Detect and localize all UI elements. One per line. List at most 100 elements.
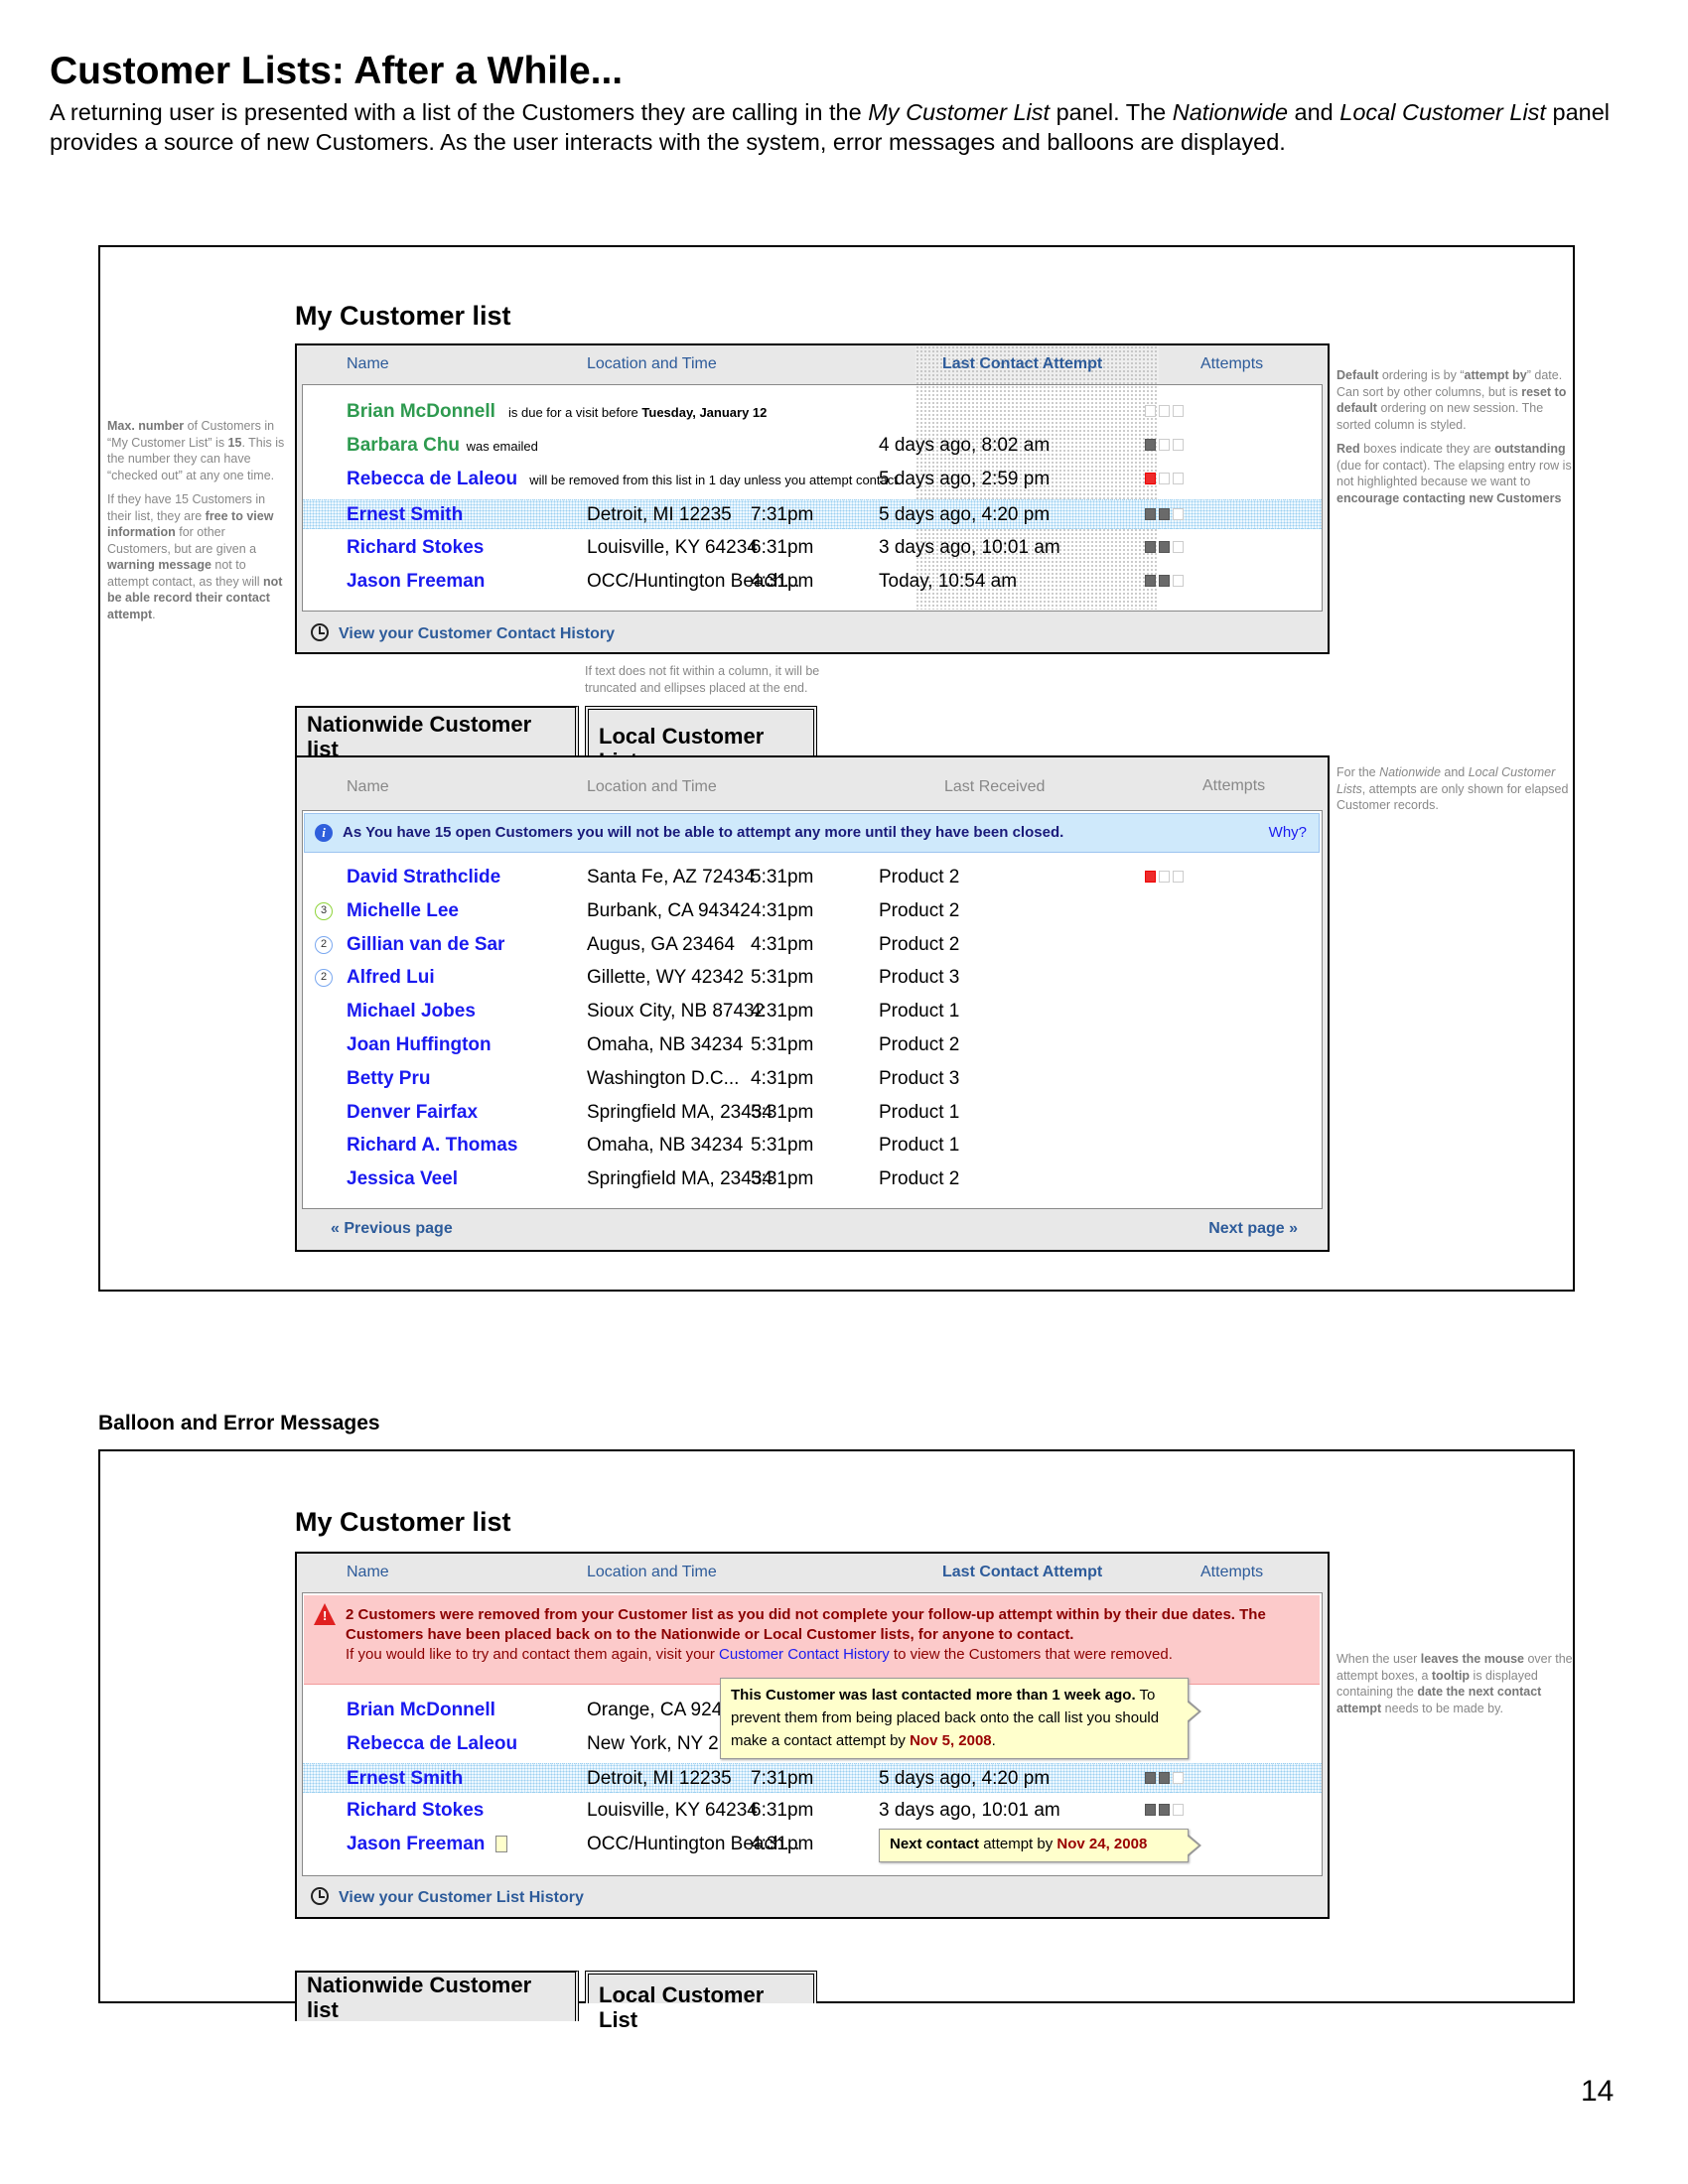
- col-location[interactable]: Location and Time: [587, 1564, 717, 1581]
- attempt-box-done[interactable]: [1159, 1804, 1170, 1817]
- attempt-box-empty[interactable]: [1159, 473, 1170, 485]
- table-row[interactable]: Richard A. Thomas Omaha, NB 34234 5:31pm Pr…: [303, 1131, 1322, 1160]
- customer-name[interactable]: Rebecca de Laleou: [347, 465, 517, 494]
- customer-name[interactable]: Betty Pru: [347, 1064, 430, 1094]
- table-row[interactable]: Rebecca de Laleou will be removed from th…: [303, 465, 1322, 494]
- customer-name[interactable]: Ernest Smith: [347, 500, 463, 530]
- col-attempts[interactable]: Attempts: [1200, 355, 1263, 373]
- col-last-contact[interactable]: Last Contact Attempt: [942, 355, 1102, 373]
- attempt-box-done[interactable]: [1159, 540, 1170, 553]
- attempt-boxes[interactable]: [1145, 473, 1184, 485]
- attempt-box-empty[interactable]: [1159, 439, 1170, 452]
- attempt-box-empty[interactable]: [1173, 405, 1184, 417]
- list-history-link[interactable]: View your Customer List History: [311, 1887, 584, 1907]
- table-row[interactable]: Ernest Smith Detroit, MI 12235 7:31pm 5 day…: [303, 498, 1322, 530]
- customer-name[interactable]: Richard Stokes: [347, 533, 484, 563]
- customer-name[interactable]: Richard A. Thomas: [347, 1131, 517, 1160]
- attempt-box-due[interactable]: [1145, 871, 1156, 883]
- attempt-box-empty[interactable]: [1173, 439, 1184, 452]
- customer-contact-history-link[interactable]: Customer Contact History: [719, 1646, 890, 1663]
- attempt-box-empty[interactable]: [1159, 871, 1170, 883]
- why-link[interactable]: Why?: [1269, 814, 1307, 851]
- table-row[interactable]: Barbara Chu was emailed 4 days ago, 8:02 a…: [303, 431, 1322, 461]
- customer-name[interactable]: Michelle Lee: [347, 896, 459, 926]
- attempt-box-empty[interactable]: [1159, 405, 1170, 417]
- previous-page-link[interactable]: « Previous page: [331, 1220, 453, 1238]
- col-attempts[interactable]: Attempts: [1202, 777, 1265, 795]
- contact-history-link[interactable]: View your Customer Contact History: [311, 623, 615, 643]
- attempt-boxes[interactable]: [1145, 871, 1184, 883]
- attempt-box-empty[interactable]: [1173, 1771, 1184, 1784]
- tab-local-2[interactable]: Local Customer List: [585, 1971, 817, 2032]
- table-row[interactable]: Michael Jobes Sioux City, NB 87432 4:31pm P…: [303, 997, 1322, 1026]
- note-icon[interactable]: [495, 1836, 507, 1853]
- tab-local[interactable]: Local Customer List: [585, 706, 817, 773]
- customer-name[interactable]: Barbara Chu: [347, 431, 460, 461]
- tab-nationwide-2[interactable]: Nationwide Customer list: [295, 1971, 579, 2022]
- attempt-box-done[interactable]: [1159, 507, 1170, 520]
- table-row[interactable]: 2 Gillian van de Sar Augus, GA 23464 4:31pm…: [303, 930, 1322, 960]
- table-row[interactable]: Betty Pru Washington D.C... 4:31pm Product …: [303, 1064, 1322, 1094]
- table-row[interactable]: 2 Alfred Lui Gillette, WY 42342 5:31pm Produ…: [303, 963, 1322, 993]
- attempt-boxes[interactable]: [1145, 1771, 1184, 1784]
- customer-name[interactable]: Gillian van de Sar: [347, 930, 504, 960]
- attempt-boxes[interactable]: [1145, 439, 1184, 452]
- customer-name[interactable]: Jessica Veel: [347, 1164, 458, 1194]
- customer-name[interactable]: Denver Fairfax: [347, 1098, 478, 1128]
- attempt-box-empty[interactable]: [1173, 473, 1184, 485]
- customer-name[interactable]: Michael Jobes: [347, 997, 476, 1026]
- attempt-boxes[interactable]: [1145, 540, 1184, 553]
- customer-name[interactable]: David Strathclide: [347, 863, 500, 892]
- attempt-box-empty[interactable]: [1173, 1804, 1184, 1817]
- attempt-boxes[interactable]: [1145, 1804, 1184, 1817]
- attempt-box-due[interactable]: [1145, 473, 1156, 485]
- table-row[interactable]: David Strathclide Santa Fe, AZ 72434 5:31p…: [303, 863, 1322, 892]
- customer-name[interactable]: Jason Freeman: [347, 1830, 485, 1859]
- customer-name[interactable]: Joan Huffington: [347, 1030, 492, 1060]
- attempt-box-done[interactable]: [1145, 540, 1156, 553]
- attempt-box-done[interactable]: [1145, 575, 1156, 587]
- attempt-box-empty[interactable]: [1173, 507, 1184, 520]
- attempt-box-empty[interactable]: [1145, 405, 1156, 417]
- table-row[interactable]: Denver Fairfax Springfield MA, 23434 5:31p…: [303, 1098, 1322, 1128]
- attempt-box-done[interactable]: [1159, 1771, 1170, 1784]
- attempt-boxes[interactable]: [1145, 575, 1184, 587]
- customer-name[interactable]: Richard Stokes: [347, 1796, 484, 1826]
- col-name[interactable]: Name: [347, 1564, 389, 1581]
- attempt-box-empty[interactable]: [1173, 540, 1184, 553]
- attempt-box-done[interactable]: [1159, 575, 1170, 587]
- col-location[interactable]: Location and Time: [587, 778, 717, 796]
- next-page-link[interactable]: Next page »: [1208, 1220, 1298, 1238]
- col-last-received[interactable]: Last Received: [944, 778, 1045, 796]
- cell-last: 5 days ago, 2:59 pm: [879, 469, 1051, 490]
- table-row[interactable]: Joan Huffington Omaha, NB 34234 5:31pm Prod…: [303, 1030, 1322, 1060]
- attempt-box-done[interactable]: [1145, 439, 1156, 452]
- attempt-box-empty[interactable]: [1173, 871, 1184, 883]
- attempt-boxes[interactable]: [1145, 507, 1184, 520]
- col-last-contact[interactable]: Last Contact Attempt: [942, 1564, 1102, 1581]
- col-name[interactable]: Name: [347, 778, 389, 796]
- attempt-box-done[interactable]: [1145, 507, 1156, 520]
- customer-name[interactable]: Brian McDonnell: [347, 397, 495, 427]
- col-name[interactable]: Name: [347, 355, 389, 373]
- tab-nationwide[interactable]: Nationwide Customer list: [295, 706, 579, 761]
- customer-name[interactable]: Alfred Lui: [347, 963, 435, 993]
- customer-name[interactable]: Ernest Smith: [347, 1764, 463, 1794]
- table-row[interactable]: Ernest Smith Detroit, MI 12235 7:31pm 5 day…: [303, 1762, 1322, 1794]
- customer-name[interactable]: Brian McDonnell: [347, 1696, 495, 1725]
- table-row[interactable]: Richard Stokes Louisville, KY 64234 6:31pm…: [303, 533, 1322, 563]
- table-row[interactable]: Jason Freeman OCC/Huntington Beach... 4:31…: [303, 567, 1322, 597]
- col-location[interactable]: Location and Time: [587, 355, 717, 373]
- attempt-box-empty[interactable]: [1173, 575, 1184, 587]
- table-row[interactable]: Richard Stokes Louisville, KY 64234 6:31pm…: [303, 1796, 1322, 1826]
- customer-name[interactable]: Jason Freeman: [347, 567, 485, 597]
- table-row[interactable]: Jessica Veel Springfield MA, 23434 5:31pm P…: [303, 1164, 1322, 1194]
- attempt-box-done[interactable]: [1145, 1771, 1156, 1784]
- section-title: Balloon and Error Messages: [98, 1412, 380, 1434]
- table-row[interactable]: Brian McDonnell is due for a visit before…: [303, 397, 1322, 427]
- attempt-box-done[interactable]: [1145, 1804, 1156, 1817]
- attempt-boxes[interactable]: [1145, 405, 1184, 417]
- table-row[interactable]: 3 Michelle Lee Burbank, CA 94342 4:31pm Prod…: [303, 896, 1322, 926]
- customer-name[interactable]: Rebecca de Laleou: [347, 1729, 517, 1759]
- col-attempts[interactable]: Attempts: [1200, 1564, 1263, 1581]
